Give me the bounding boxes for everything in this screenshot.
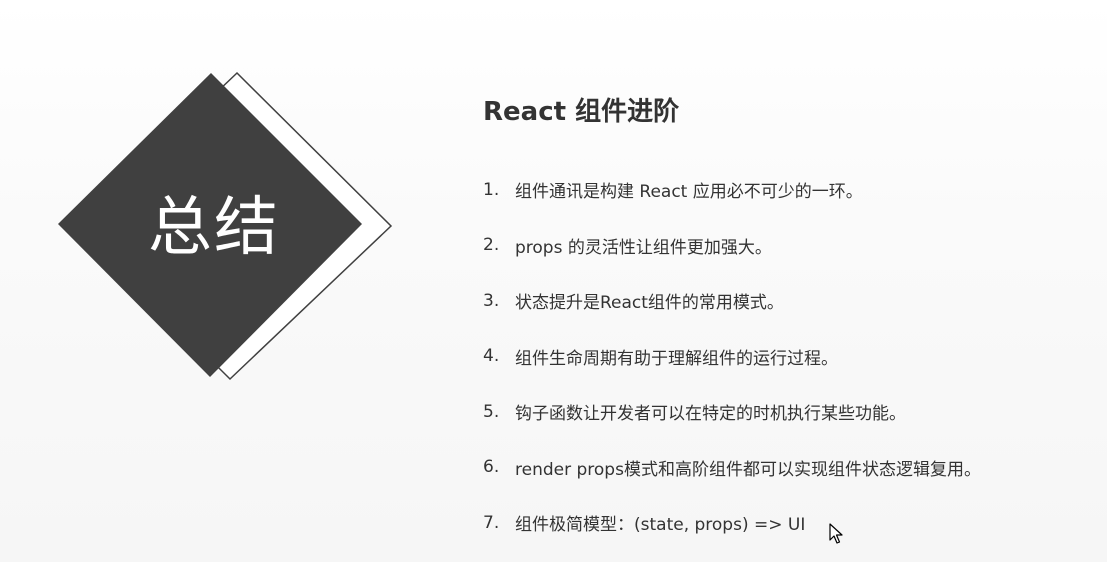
list-item: 5. 钩子函数让开发者可以在特定的时机执行某些功能。 [483,384,981,440]
list-item: 4. 组件生命周期有助于理解组件的运行过程。 [483,329,981,385]
list-item: 3. 状态提升是React组件的常用模式。 [483,273,981,329]
list-item-text: 钩子函数让开发者可以在特定的时机执行某些功能。 [515,404,906,425]
list-item-number: 4. [483,346,500,367]
list-item: 7. 组件极简模型：(state, props) => UI [483,495,981,551]
page-title: React 组件进阶 [483,97,680,127]
list-item-number: 5. [483,401,500,422]
list-item-number: 3. [483,290,500,311]
mouse-pointer-icon [829,523,843,544]
list-item-number: 6. [483,457,500,478]
summary-label: 总结 [148,191,280,265]
list-item: 2. props 的灵活性让组件更加强大。 [483,218,981,274]
list-item-text: 组件极简模型：(state, props) => UI [515,515,806,536]
list-item-text: 组件生命周期有助于理解组件的运行过程。 [515,348,838,369]
list-item-text: 组件通讯是构建 React 应用必不可少的一环。 [515,182,863,203]
list-item: 1. 组件通讯是构建 React 应用必不可少的一环。 [483,162,981,218]
list-item-number: 7. [483,512,500,533]
list-item: 6. render props模式和高阶组件都可以实现组件状态逻辑复用。 [483,440,981,496]
summary-list: 1. 组件通讯是构建 React 应用必不可少的一环。 2. props 的灵活… [483,162,981,551]
list-item-text: props 的灵活性让组件更加强大。 [515,237,772,258]
list-item-number: 2. [483,235,500,256]
list-item-number: 1. [483,179,500,200]
list-item-text: 状态提升是React组件的常用模式。 [515,293,784,314]
slide: 总结 React 组件进阶 1. 组件通讯是构建 React 应用必不可少的一环… [0,0,1107,562]
list-item-text: render props模式和高阶组件都可以实现组件状态逻辑复用。 [515,459,981,480]
